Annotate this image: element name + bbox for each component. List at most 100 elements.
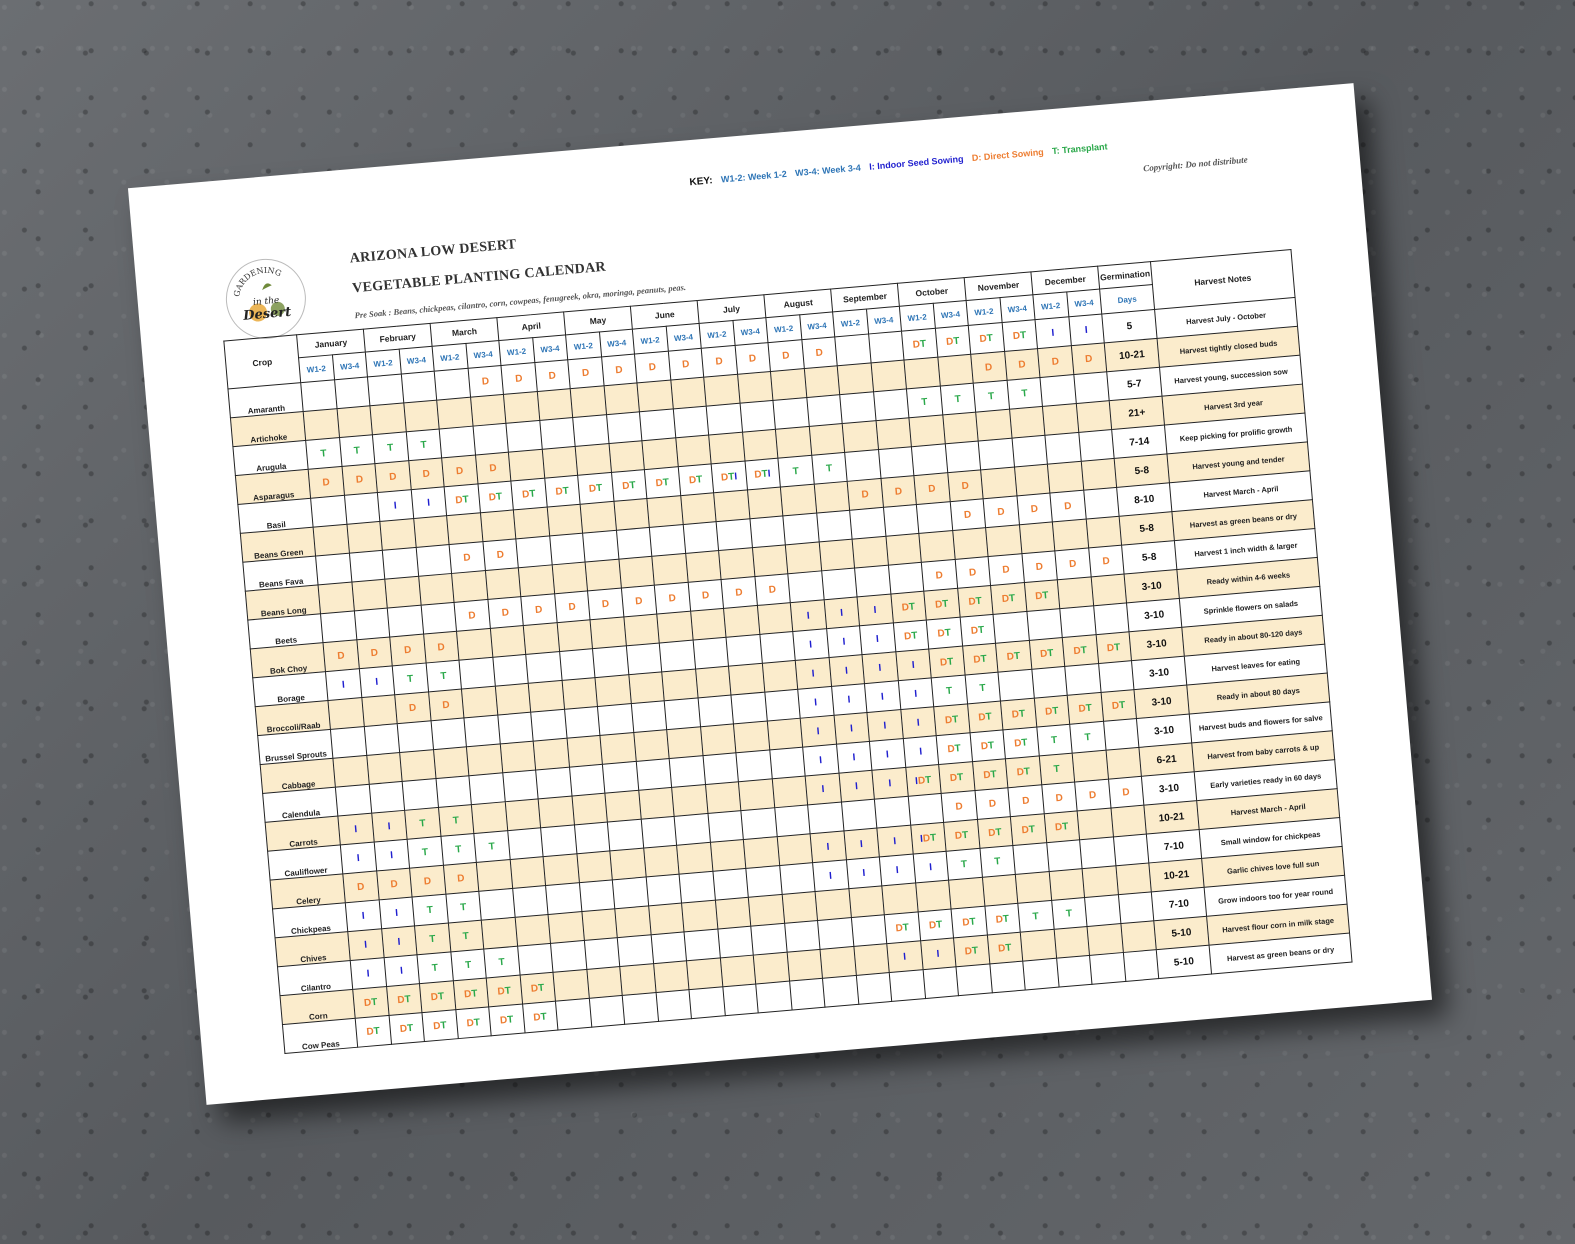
planting-cell [806, 394, 843, 427]
planting-code-I: I [842, 636, 846, 648]
copyright-notice: Copyright: Do not distribute [1142, 154, 1249, 174]
planting-cell [771, 776, 808, 808]
planting-cell [844, 449, 881, 482]
planting-cell [723, 605, 760, 638]
planting-cell [681, 900, 718, 932]
planting-code-I: I [394, 907, 399, 919]
planting-cell [615, 527, 652, 560]
planting-cell: T [939, 383, 976, 415]
planting-code-T: T [1041, 589, 1049, 602]
planting-code-T: T [595, 482, 603, 494]
planting-cell: I [795, 657, 832, 690]
planting-code-T: T [986, 332, 994, 344]
planting-code-I: I [366, 967, 371, 980]
planting-cell [666, 726, 703, 759]
planting-cell [461, 686, 498, 718]
week-header-w34: W3-4 [665, 323, 702, 352]
planting-cell: DT [926, 617, 963, 649]
planting-cell [492, 654, 529, 687]
planting-code-T: T [404, 993, 412, 1006]
planting-cell: DT [986, 932, 1023, 964]
week-header-w34: W3-4 [465, 340, 501, 369]
germination-days: 6-21 [1138, 742, 1195, 777]
planting-cell [619, 963, 656, 996]
planting-cell [915, 880, 952, 912]
planting-code-D: D [423, 875, 432, 887]
planting-cell [613, 498, 650, 531]
planting-cell [854, 565, 891, 597]
planting-cell: D [970, 351, 1007, 384]
key-w34: W3-4: Week 3-4 [794, 162, 862, 179]
planting-cell: I [373, 839, 410, 872]
planting-code-T: T [440, 670, 448, 682]
planting-cell [746, 487, 783, 519]
key-label: KEY: [689, 175, 714, 189]
planting-cell [320, 610, 357, 643]
planting-cell: I [345, 899, 382, 932]
planting-code-T: T [977, 624, 985, 636]
planting-cell [640, 816, 677, 849]
planting-code-T: T [662, 476, 670, 489]
planting-code-D: D [1055, 792, 1064, 804]
planting-cell [685, 550, 722, 583]
planting-cell [633, 729, 670, 762]
planting-cell: D [409, 865, 446, 898]
planting-code-D: D [748, 352, 757, 365]
planting-code-T: T [929, 832, 937, 844]
planting-code-D: D [614, 364, 624, 376]
planting-cell [728, 663, 765, 696]
planting-cell [484, 567, 521, 600]
planting-cell: DT [419, 980, 456, 1013]
planting-cell [505, 420, 542, 453]
planting-cell [578, 879, 615, 912]
germination-days: 10-21 [1148, 858, 1205, 892]
planting-cell: D [554, 590, 591, 623]
planting-cell: I [378, 897, 415, 929]
planting-cell [703, 374, 740, 407]
planting-cell [415, 544, 452, 577]
planting-code-I: I [426, 497, 431, 509]
planting-cell [985, 524, 1022, 557]
planting-cell [530, 709, 567, 742]
planting-cell [776, 833, 813, 866]
planting-cell: I [410, 486, 447, 519]
planting-code-T: T [935, 918, 943, 931]
planting-cell [628, 671, 665, 704]
planting-code-D: D [815, 346, 824, 359]
planting-cell: I [864, 680, 901, 713]
planting-cell [980, 467, 1017, 499]
planting-cell: DT [1095, 631, 1132, 664]
planting-cell: I [805, 773, 841, 805]
planting-cell: DT [488, 1004, 525, 1036]
planting-cell [1020, 929, 1057, 962]
planting-cell [916, 501, 953, 534]
planting-cell: D [454, 599, 490, 632]
planting-code-D: D [935, 569, 944, 582]
planting-cell: DT [953, 935, 990, 967]
planting-cell [1048, 868, 1085, 901]
planting-cell [1105, 747, 1142, 780]
planting-cell [468, 772, 505, 805]
planting-cell: T [305, 437, 342, 470]
planting-cell: I [912, 851, 949, 884]
planting-cell: D [534, 359, 571, 392]
planting-cell: DT [677, 463, 714, 496]
planting-cell: I [897, 677, 934, 710]
planting-cell [870, 360, 907, 392]
planting-cell [479, 509, 516, 542]
planting-cell: D [1070, 342, 1107, 375]
planting-code-D: D [568, 601, 577, 613]
planting-cell [1072, 750, 1109, 783]
planting-code-T: T [902, 921, 910, 934]
planting-code-D: D [336, 649, 345, 662]
planting-cell [1080, 458, 1117, 491]
planting-code-D: D [370, 647, 379, 659]
planting-cell [458, 657, 495, 690]
planting-cell [476, 859, 513, 892]
planting-cell [1098, 660, 1134, 693]
planting-cell [787, 570, 824, 603]
planting-code-I: I [1051, 327, 1055, 339]
planting-cell: T [979, 845, 1016, 878]
planting-code-D: D [581, 367, 590, 379]
title-line-1: ARIZONA LOW DESERT [349, 237, 518, 267]
